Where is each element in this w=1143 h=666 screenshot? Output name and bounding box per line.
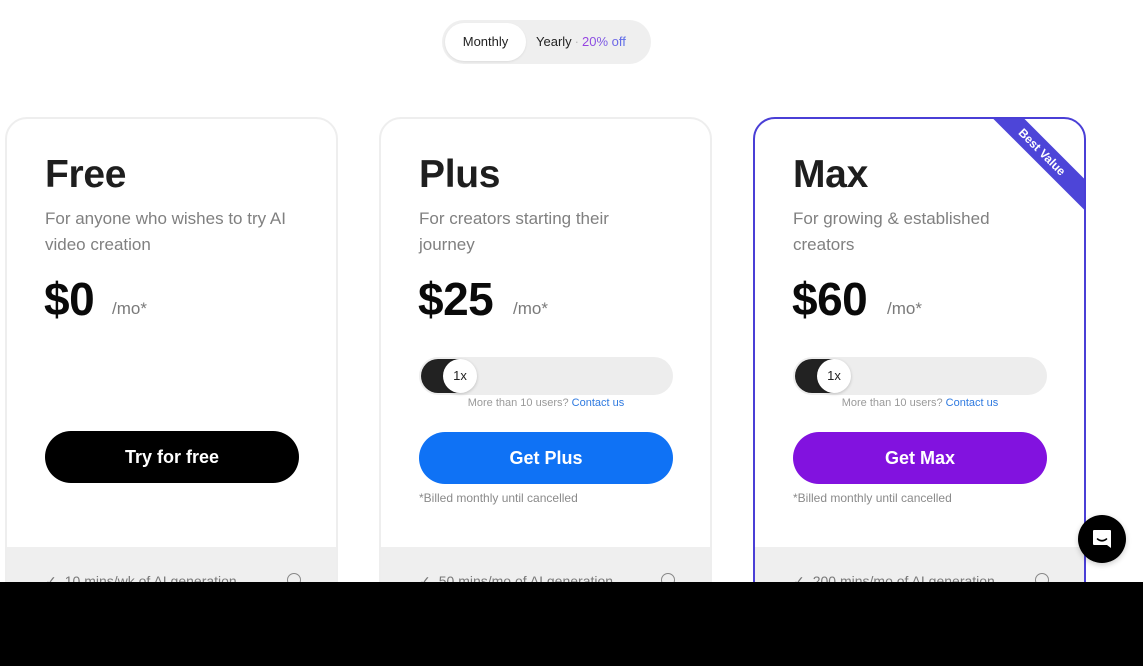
contact-note: More than 10 users? Contact us <box>419 397 673 409</box>
feature-text: 10 mins/wk of AI generation <box>64 573 237 582</box>
check-icon: ✓ <box>793 573 805 582</box>
feature-item: ✓ 200 mins/mo of AI generation <box>793 573 1049 582</box>
best-value-ribbon: Best Value <box>977 119 1084 217</box>
contact-text: More than 10 users? <box>467 397 569 409</box>
info-icon[interactable] <box>1035 573 1049 582</box>
plan-card-free: Free For anyone who wishes to try AI vid… <box>5 117 338 582</box>
seats-slider[interactable]: 1x <box>419 357 673 395</box>
plan-card-max: Best Value Max For growing & established… <box>753 117 1086 582</box>
chat-bubble-icon <box>1093 530 1111 548</box>
chat-launcher-button[interactable] <box>1078 515 1126 563</box>
price-period: /mo* <box>887 299 922 318</box>
billing-note: *Billed monthly until cancelled <box>419 491 578 505</box>
feature-text: 200 mins/mo of AI generation <box>812 573 995 582</box>
plan-description: For creators starting their journey <box>419 209 609 254</box>
plan-price: $25 <box>418 273 494 325</box>
info-icon[interactable] <box>661 573 675 582</box>
try-for-free-button[interactable]: Try for free <box>45 431 299 483</box>
pricing-page: Monthly Yearly · 20% off Free For anyone w… <box>0 0 1143 582</box>
plan-name: Free <box>45 153 127 196</box>
check-icon: ✓ <box>419 573 431 582</box>
feature-list: ✓ 50 mins/mo of AI generation <box>381 547 710 582</box>
feature-list: ✓ 10 mins/wk of AI generation <box>7 547 336 582</box>
price-period: /mo* <box>513 299 548 318</box>
billing-option-monthly[interactable]: Monthly <box>445 23 526 61</box>
plan-name: Max <box>793 153 868 196</box>
plan-description: For anyone who wishes to try AI video cr… <box>45 209 286 254</box>
contact-us-link[interactable]: Contact us <box>946 397 999 409</box>
info-icon[interactable] <box>287 573 301 582</box>
billing-note: *Billed monthly until cancelled <box>793 491 952 505</box>
contact-us-link[interactable]: Contact us <box>572 397 625 409</box>
plan-name: Plus <box>419 153 501 196</box>
plan-price: $60 <box>792 273 868 325</box>
price-period: /mo* <box>112 299 147 318</box>
contact-note: More than 10 users? Contact us <box>793 397 1047 409</box>
get-max-button[interactable]: Get Max <box>793 432 1047 484</box>
feature-list: ✓ 200 mins/mo of AI generation <box>755 547 1084 582</box>
contact-text: More than 10 users? <box>841 397 943 409</box>
separator: · <box>574 34 579 49</box>
feature-item: ✓ 10 mins/wk of AI generation <box>45 573 301 582</box>
yearly-label: Yearly <box>536 34 572 49</box>
seats-slider[interactable]: 1x <box>793 357 1047 395</box>
get-plus-button[interactable]: Get Plus <box>419 432 673 484</box>
slider-handle[interactable]: 1x <box>443 359 477 393</box>
feature-item: ✓ 50 mins/mo of AI generation <box>419 573 675 582</box>
plan-price: $0 <box>44 273 95 325</box>
billing-toggle[interactable]: Monthly Yearly · 20% off <box>442 20 651 64</box>
discount-badge: 20% off <box>582 34 626 49</box>
slider-handle[interactable]: 1x <box>817 359 851 393</box>
billing-option-yearly[interactable]: Yearly · 20% off <box>536 23 626 61</box>
plan-description: For growing & established creators <box>793 209 990 254</box>
feature-text: 50 mins/mo of AI generation <box>438 573 614 582</box>
plan-card-plus: Plus For creators starting their journey… <box>379 117 712 582</box>
check-icon: ✓ <box>45 573 57 582</box>
